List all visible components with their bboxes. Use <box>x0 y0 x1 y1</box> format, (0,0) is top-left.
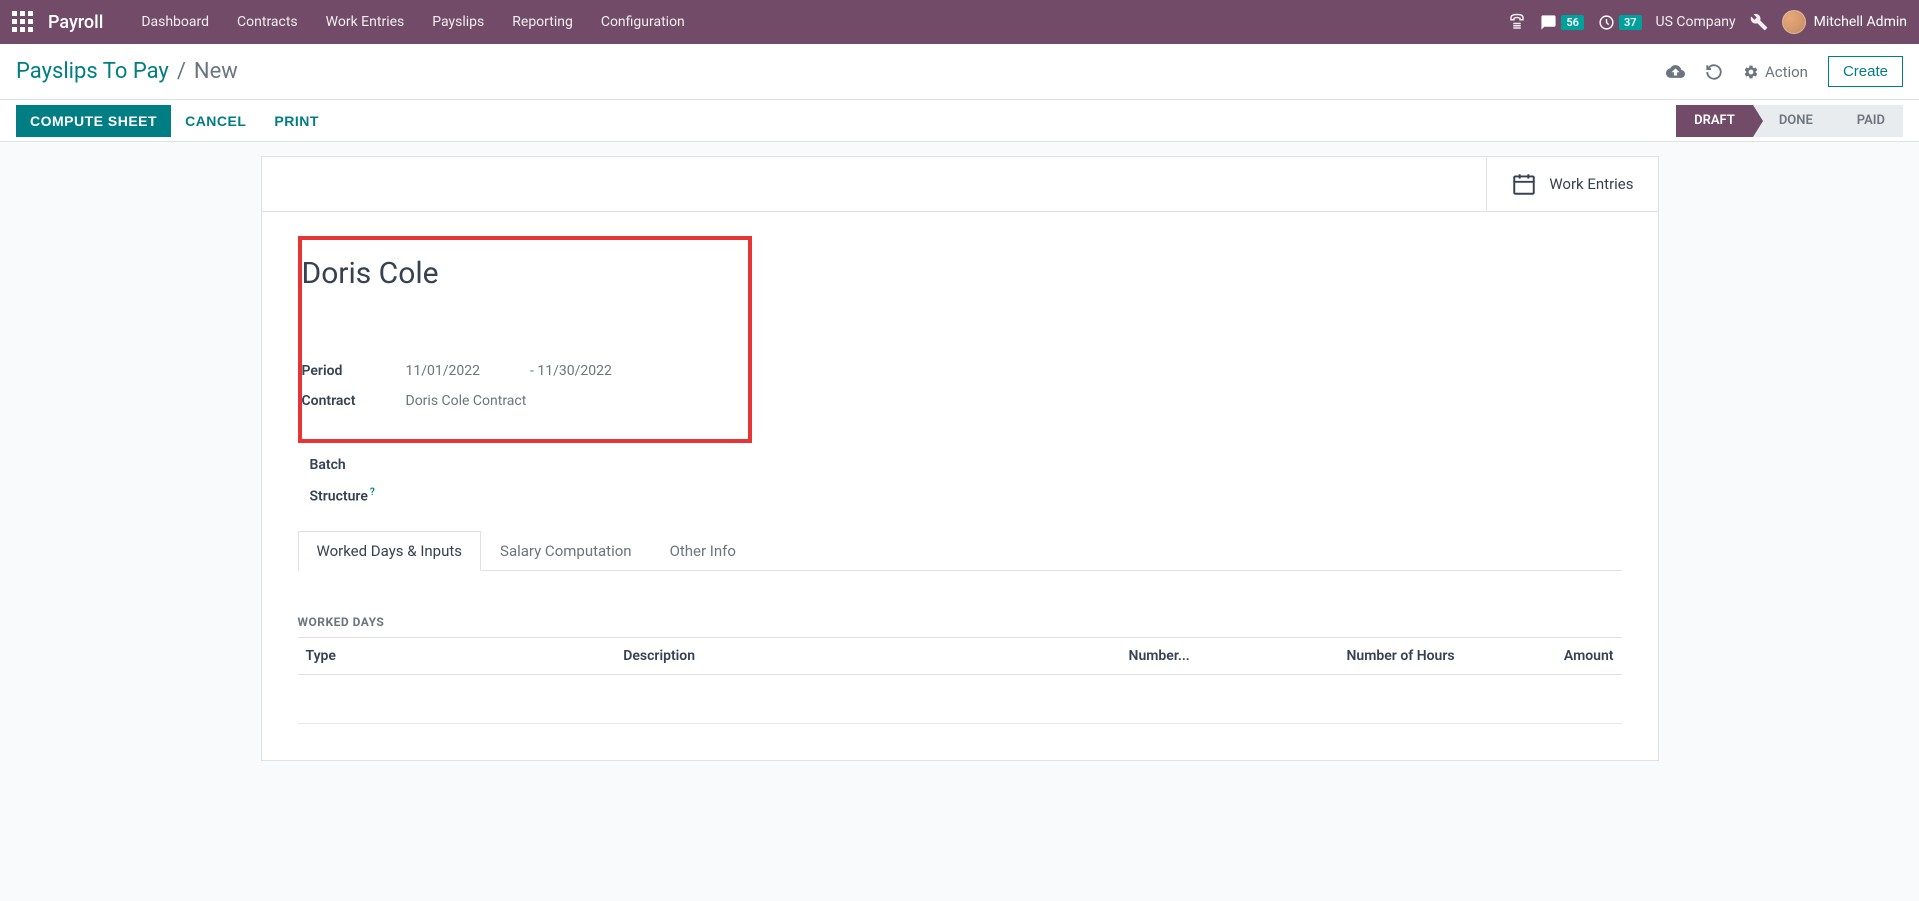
contract-label: Contract <box>302 393 406 409</box>
breadcrumb: Payslips To Pay / New <box>16 59 238 84</box>
app-brand: Payroll <box>48 12 103 33</box>
work-entries-smart-button[interactable]: Work Entries <box>1486 157 1657 211</box>
period-values: 11/01/2022 - 11/30/2022 <box>406 363 612 379</box>
nav-reporting[interactable]: Reporting <box>498 0 587 44</box>
control-actions: Action Create <box>1666 56 1903 87</box>
breadcrumb-parent[interactable]: Payslips To Pay <box>16 59 169 84</box>
worked-days-table: Type Description Number... Number of Hou… <box>298 637 1622 724</box>
phone-icon[interactable] <box>1508 13 1526 31</box>
step-paid[interactable]: PAID <box>1831 105 1903 137</box>
cancel-button[interactable]: CANCEL <box>171 105 260 137</box>
nav-dashboard[interactable]: Dashboard <box>127 0 223 44</box>
compute-sheet-button[interactable]: COMPUTE SHEET <box>16 105 171 137</box>
messages-badge: 56 <box>1561 15 1584 30</box>
period-label: Period <box>302 363 406 379</box>
field-structure: Structure? <box>298 487 1622 505</box>
nav-work-entries[interactable]: Work Entries <box>312 0 419 44</box>
tab-worked-days[interactable]: Worked Days & Inputs <box>298 531 482 571</box>
messages-button[interactable]: 56 <box>1540 14 1584 31</box>
field-batch: Batch <box>298 457 1622 473</box>
company-selector[interactable]: US Company <box>1656 14 1736 30</box>
col-hours[interactable]: Number of Hours <box>1198 637 1463 674</box>
field-contract: Contract Doris Cole Contract <box>302 393 736 409</box>
navbar-right: 56 37 US Company Mitchell Admin <box>1508 10 1907 34</box>
worked-days-section-title: WORKED DAYS <box>298 615 1622 629</box>
structure-label: Structure? <box>298 487 414 505</box>
breadcrumb-current: New <box>194 59 238 84</box>
col-number[interactable]: Number... <box>959 637 1197 674</box>
user-name: Mitchell Admin <box>1814 14 1907 30</box>
print-button[interactable]: PRINT <box>260 105 333 137</box>
status-steps: DRAFT DONE PAID <box>1676 105 1903 137</box>
activities-button[interactable]: 37 <box>1598 14 1642 31</box>
control-bar: Payslips To Pay / New Action Create <box>0 44 1919 100</box>
calendar-icon <box>1511 171 1537 197</box>
main-area: Work Entries Doris Cole Period 11/01/202… <box>0 142 1919 761</box>
user-menu[interactable]: Mitchell Admin <box>1782 10 1907 34</box>
activities-badge: 37 <box>1619 15 1642 30</box>
tab-other-info[interactable]: Other Info <box>651 531 755 571</box>
tools-icon[interactable] <box>1750 13 1768 31</box>
batch-label: Batch <box>298 457 414 473</box>
gear-icon <box>1743 64 1759 80</box>
action-label: Action <box>1765 63 1808 81</box>
step-draft[interactable]: DRAFT <box>1676 105 1753 137</box>
form-tabs: Worked Days & Inputs Salary Computation … <box>298 531 1622 571</box>
action-dropdown[interactable]: Action <box>1743 63 1808 81</box>
employee-name[interactable]: Doris Cole <box>302 256 736 291</box>
nav-contracts[interactable]: Contracts <box>223 0 312 44</box>
chat-icon <box>1540 14 1557 31</box>
contract-value[interactable]: Doris Cole Contract <box>406 393 527 409</box>
smart-buttons-row: Work Entries <box>262 157 1658 212</box>
user-avatar <box>1782 10 1806 34</box>
highlight-box: Doris Cole Period 11/01/2022 - 11/30/202… <box>298 236 752 443</box>
col-type[interactable]: Type <box>298 637 616 674</box>
status-bar: COMPUTE SHEET CANCEL PRINT DRAFT DONE PA… <box>0 100 1919 142</box>
clock-icon <box>1598 14 1615 31</box>
apps-icon[interactable] <box>12 11 34 33</box>
discard-icon[interactable] <box>1705 63 1723 81</box>
table-row-empty[interactable] <box>298 674 1622 723</box>
col-amount[interactable]: Amount <box>1463 637 1622 674</box>
col-description[interactable]: Description <box>615 637 959 674</box>
cloud-upload-icon[interactable] <box>1666 62 1685 81</box>
top-navbar: Payroll Dashboard Contracts Work Entries… <box>0 0 1919 44</box>
breadcrumb-separator: / <box>177 59 186 84</box>
help-icon[interactable]: ? <box>370 487 375 498</box>
work-entries-label: Work Entries <box>1549 175 1633 193</box>
period-to[interactable]: - 11/30/2022 <box>530 363 612 379</box>
form-sheet: Work Entries Doris Cole Period 11/01/202… <box>261 156 1659 761</box>
step-done[interactable]: DONE <box>1753 105 1831 137</box>
nav-configuration[interactable]: Configuration <box>587 0 699 44</box>
form-body: Doris Cole Period 11/01/2022 - 11/30/202… <box>262 212 1658 760</box>
field-period: Period 11/01/2022 - 11/30/2022 <box>302 363 736 379</box>
nav-payslips[interactable]: Payslips <box>418 0 498 44</box>
tab-salary-computation[interactable]: Salary Computation <box>481 531 651 571</box>
navbar-left: Payroll Dashboard Contracts Work Entries… <box>12 0 699 44</box>
main-scroll[interactable]: Work Entries Doris Cole Period 11/01/202… <box>0 142 1919 899</box>
period-from[interactable]: 11/01/2022 <box>406 363 481 379</box>
create-button[interactable]: Create <box>1828 56 1903 87</box>
